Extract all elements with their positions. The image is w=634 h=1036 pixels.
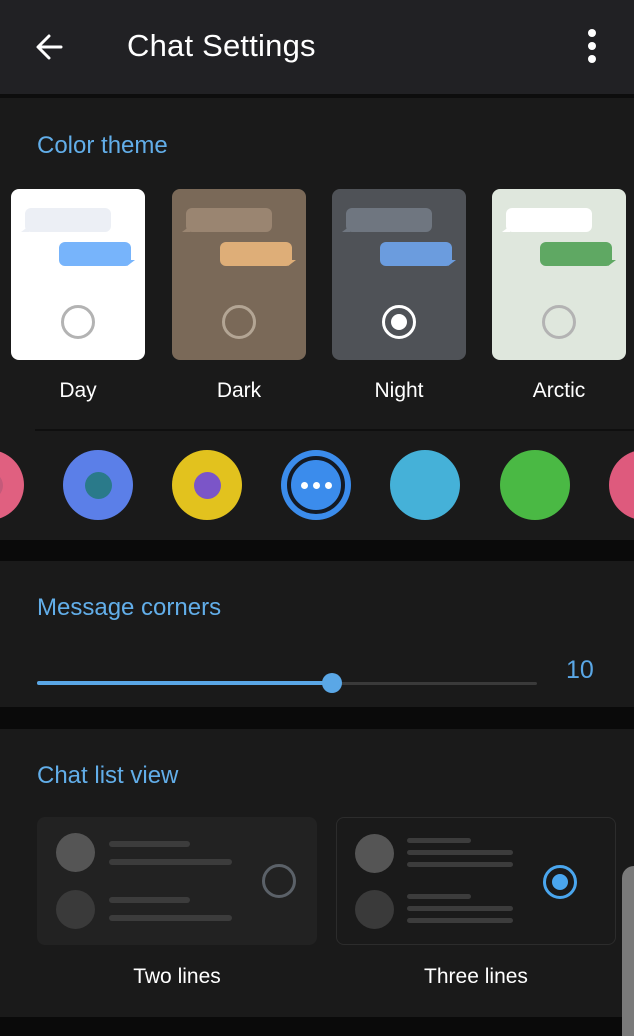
accent-inner-dot (85, 472, 112, 499)
theme-preview[interactable] (172, 189, 306, 360)
slider-fill (37, 681, 332, 685)
two-lines-preview[interactable] (37, 817, 317, 945)
incoming-bubble (342, 208, 432, 232)
divider (35, 429, 634, 431)
line-placeholder (109, 841, 190, 847)
accent-color-blue-teal[interactable] (63, 450, 133, 520)
accent-color-yellow-purple[interactable] (172, 450, 242, 520)
accent-color-pink[interactable] (609, 450, 634, 520)
slider-value: 10 (566, 656, 594, 684)
avatar-placeholder (355, 890, 394, 929)
section-title: Message corners (37, 594, 222, 621)
view-option-three-lines[interactable]: Three lines (336, 817, 616, 988)
radio-button[interactable] (542, 305, 576, 339)
line-placeholder (407, 894, 471, 899)
theme-preview[interactable] (332, 189, 466, 360)
theme-label: Day (59, 379, 97, 402)
theme-option-arctic[interactable]: Arctic (492, 189, 626, 402)
theme-label: Night (374, 379, 424, 402)
menu-dot (588, 55, 596, 63)
accent-inner-dot (194, 472, 221, 499)
theme-label: Dark (216, 379, 262, 402)
radio-button[interactable] (222, 305, 256, 339)
three-lines-preview[interactable] (336, 817, 616, 945)
line-placeholder (407, 918, 513, 923)
view-option-label: Three lines (424, 965, 528, 988)
line-placeholder (407, 850, 513, 855)
avatar-placeholder (56, 890, 95, 929)
fast-scroll-handle[interactable] (622, 866, 634, 1036)
color-theme-section: Color theme Day Dark Night Arctic (0, 98, 634, 540)
accent-color-list[interactable] (0, 450, 634, 522)
theme-preview[interactable] (492, 189, 626, 360)
incoming-bubble (182, 208, 272, 232)
theme-preview[interactable] (11, 189, 145, 360)
radio-button[interactable] (382, 305, 416, 339)
line-placeholder (109, 897, 190, 903)
line-placeholder (407, 838, 471, 843)
incoming-bubble (502, 208, 592, 232)
radio-button[interactable] (61, 305, 95, 339)
radio-button[interactable] (262, 864, 296, 898)
accent-color-light-blue[interactable] (390, 450, 460, 520)
line-placeholder (109, 915, 232, 921)
theme-option-dark[interactable]: Dark (172, 189, 306, 402)
radio-button[interactable] (543, 865, 577, 899)
accent-color-blue-custom[interactable] (281, 450, 351, 520)
arrow-left-icon (36, 34, 63, 60)
section-title: Color theme (37, 132, 168, 159)
back-button[interactable] (30, 28, 68, 66)
accent-inner-dot (0, 472, 3, 499)
avatar-placeholder (355, 834, 394, 873)
chat-list-view-section: Chat list view Two lines Three lines (0, 729, 634, 1017)
accent-color-green[interactable] (500, 450, 570, 520)
outgoing-bubble (380, 242, 452, 266)
message-corners-section: Message corners 10 (0, 561, 634, 707)
line-placeholder (407, 906, 513, 911)
accent-color-pink-partial[interactable] (0, 450, 24, 520)
outgoing-bubble (220, 242, 292, 266)
page-title: Chat Settings (127, 28, 316, 63)
theme-list: Day Dark Night Arctic (0, 189, 634, 419)
incoming-bubble (21, 208, 111, 232)
menu-dot (588, 42, 596, 50)
more-horizontal-icon (281, 450, 351, 520)
more-vertical-icon (588, 29, 596, 37)
outgoing-bubble (540, 242, 612, 266)
outgoing-bubble (59, 242, 131, 266)
avatar-placeholder (56, 833, 95, 872)
view-option-two-lines[interactable]: Two lines (37, 817, 317, 988)
view-option-label: Two lines (133, 965, 221, 988)
line-placeholder (407, 862, 513, 867)
theme-option-day[interactable]: Day (11, 189, 145, 402)
app-bar: Chat Settings (0, 0, 634, 94)
theme-label: Arctic (532, 379, 586, 402)
slider-thumb[interactable] (322, 673, 342, 693)
more-options-button[interactable] (572, 24, 612, 68)
corner-radius-slider[interactable] (37, 671, 537, 695)
section-title: Chat list view (37, 762, 179, 789)
theme-option-night[interactable]: Night (332, 189, 466, 402)
line-placeholder (109, 859, 232, 865)
